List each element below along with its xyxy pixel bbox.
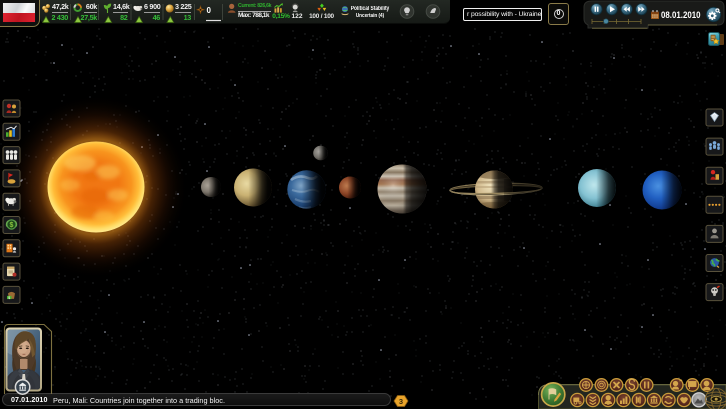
svg-text:$: $ xyxy=(10,222,14,229)
svg-text:08.01.2010: 08.01.2010 xyxy=(661,10,701,20)
svg-text:$: $ xyxy=(8,296,10,300)
svg-text:3: 3 xyxy=(399,397,403,406)
